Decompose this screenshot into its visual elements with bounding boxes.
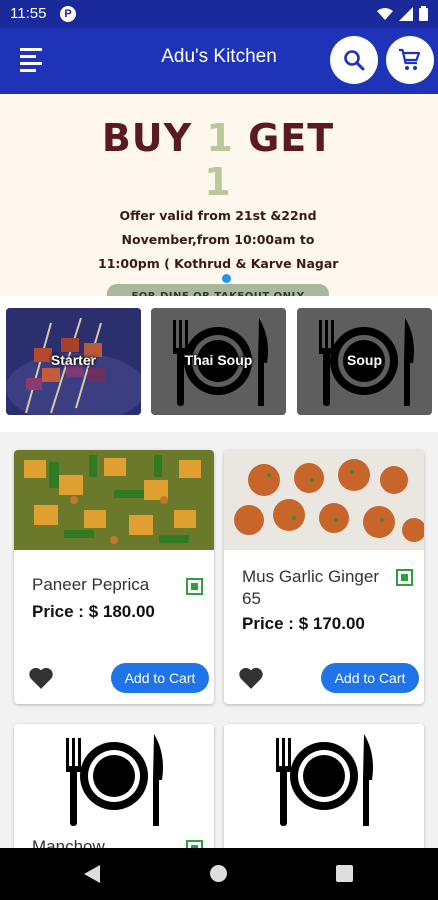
add-to-cart-button[interactable]: Add to Cart [111,663,209,693]
product-name: Paneer Peprica [32,575,150,594]
banner-content: BUY 1 GET 1 Offer valid from 21st &22nd … [98,116,338,310]
status-bar: 11:55 P [0,0,438,28]
veg-icon [186,578,203,595]
offer-banner[interactable]: BUY 1 GET 1 Offer valid from 21st &22nd … [0,94,438,310]
notification-icon: P [60,6,76,22]
battery-icon [419,6,428,21]
product-card-3[interactable]: Manchow ... [14,724,214,848]
product-image [14,450,214,550]
carousel-indicator[interactable] [222,274,231,283]
veg-icon [396,569,413,586]
product-card-mus-garlic-ginger-65[interactable]: Mus Garlic Ginger 65 Price : $ 170.00 Ad… [224,450,424,704]
product-name: Manchow ... [32,837,124,848]
home-icon[interactable] [210,865,227,882]
banner-line-1: Offer valid from 21st &22nd [119,208,317,223]
system-nav-bar [0,848,438,900]
category-label: Thai Soup [184,352,253,368]
add-to-cart-button[interactable]: Add to Cart [321,663,419,693]
cart-icon [399,48,421,70]
search-icon [344,50,365,71]
heart-icon[interactable] [238,666,264,690]
product-grid: Paneer Peprica Price : $ 180.00 Add to C… [0,436,438,848]
search-button[interactable] [330,36,378,84]
category-label: Soup [347,352,382,368]
category-soup[interactable]: Soup [297,308,432,415]
cutlery-icon [14,724,214,834]
app-bar: Adu's Kitchen [0,28,438,94]
product-image [224,450,424,550]
product-price: Price : $ 180.00 [32,602,155,621]
category-thai-soup[interactable]: Thai Soup [151,308,286,415]
banner-headline: BUY 1 GET 1 [101,116,335,204]
product-price: Price : $ 170.00 [242,614,365,633]
cutlery-icon [224,724,424,834]
wifi-icon [377,7,393,20]
product-name: Mus Garlic Ginger 65 [242,567,379,608]
veg-icon [186,840,203,848]
category-label: Starter [50,352,97,368]
category-strip: Starter Thai Soup Soup [0,296,438,432]
product-card-paneer-peprica[interactable]: Paneer Peprica Price : $ 180.00 Add to C… [14,450,214,704]
signal-icon [399,6,413,21]
status-time: 11:55 [10,5,47,22]
back-icon[interactable] [84,865,100,883]
cart-button[interactable] [386,36,434,84]
recent-apps-icon[interactable] [336,865,353,882]
heart-icon[interactable] [28,666,54,690]
status-icons [377,6,428,21]
banner-line-3: 11:00pm ( Kothrud & Karve Nagar [98,256,339,271]
product-card-4[interactable] [224,724,424,848]
category-starter[interactable]: Starter [6,308,141,415]
banner-line-2: November,from 10:00am to [121,232,315,247]
